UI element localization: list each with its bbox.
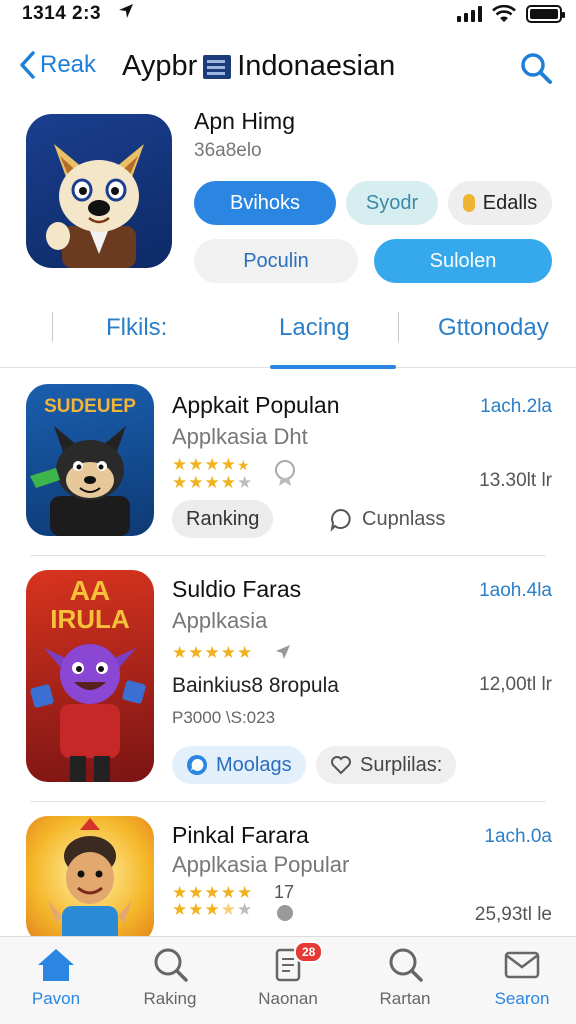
tab-bar-rartan-label: Rartan (379, 989, 431, 1008)
tab-gttonoday[interactable]: Gttonoday (438, 314, 549, 342)
app-subtitle: Applkasia Popular (172, 852, 350, 877)
active-tab-indicator (270, 365, 396, 369)
search-icon (154, 948, 188, 982)
surplilas-chip-label: Surplilas: (360, 753, 443, 776)
moolags-chip[interactable]: Moolags (172, 746, 306, 784)
action-chip-label: Sulolen (429, 249, 497, 272)
status-time: 1314 2:3 (22, 3, 102, 24)
rating-stars: ★★★★★ ★★★★★ (172, 883, 254, 919)
tab-bar-ranking-label: Raking (143, 989, 197, 1008)
app-icon[interactable] (26, 816, 154, 944)
home-icon (38, 949, 74, 981)
tab-lacing[interactable]: Lacing (279, 314, 350, 342)
tab-bar-naonan-label: Naonan (258, 989, 318, 1008)
navigation-bar: Reak Aypbr Indonaesian (0, 42, 576, 94)
status-icons (457, 5, 565, 23)
app-size: 12,00tl lr (479, 674, 552, 695)
chevron-left-icon (20, 51, 35, 79)
location-arrow-icon (118, 3, 134, 24)
battery-icon (526, 5, 565, 23)
chat-bubble-icon (330, 508, 351, 532)
tab-bar-rartan[interactable]: Rartan (355, 947, 455, 1009)
cellular-signal-icon (457, 6, 482, 22)
surplilas-chip[interactable]: Surplilas: (316, 746, 457, 784)
bottom-tab-bar: Pavon Raking 28 Naonan Rartan Searon (0, 936, 576, 1024)
ranking-chip-label: Ranking (186, 507, 260, 530)
app-subtitle: 36a8elo (194, 140, 262, 161)
segment-tabs: Flkils: Lacing Gttonoday (0, 296, 576, 369)
coin-icon (462, 194, 475, 212)
primary-chip-label: Bvihoks (229, 191, 301, 214)
rating-count: 17 (274, 882, 295, 902)
icon-banner-text: IRULA (50, 604, 130, 634)
list-divider (30, 555, 546, 556)
rating-stars: ★★★★★ (172, 643, 254, 662)
app-price: 1aoh.4la (479, 580, 552, 601)
status-bar: 1314 2:3 (0, 0, 576, 30)
notification-badge: 28 (294, 941, 324, 963)
tab-divider (398, 312, 399, 342)
app-subtitle: Applkasia (172, 608, 268, 633)
teal-chip-label: Syodr (365, 191, 419, 214)
chat-bubble-icon (187, 755, 207, 775)
app-price: 1ach.0a (484, 826, 552, 847)
coins-chip-button[interactable]: Edalls (448, 181, 552, 225)
popular-chip-button[interactable]: Poculin (194, 239, 358, 283)
tab-bar-searon-label: Searon (494, 989, 550, 1008)
mail-icon (504, 951, 540, 979)
app-category: Bainkius8 8ropula (172, 674, 339, 697)
back-button[interactable]: Reak (18, 50, 96, 80)
back-label: Reak (40, 51, 97, 78)
wifi-icon (492, 5, 516, 22)
app-name: Apn Himg (194, 108, 295, 134)
search-icon[interactable] (518, 50, 554, 86)
tab-divider (52, 312, 53, 342)
app-subtitle: Applkasia Dht (172, 424, 308, 449)
app-icon[interactable] (26, 114, 172, 268)
list-divider (30, 801, 546, 802)
rating-stars: ★★★★★ ★★★★★ (172, 455, 254, 492)
app-meta: P3000 \S:023 (172, 708, 276, 727)
search-icon (389, 948, 423, 982)
award-icon (277, 905, 293, 921)
app-icon[interactable]: SUDEUEP (26, 384, 154, 536)
tab-bar-home[interactable]: Pavon (6, 947, 106, 1009)
icon-banner-text: AA (70, 575, 110, 606)
heart-icon (331, 756, 351, 775)
app-title: Suldio Faras (172, 576, 302, 602)
cupnlass-chip[interactable]: Cupnlass (314, 500, 459, 538)
cupnlass-chip-label: Cupnlass (362, 507, 446, 530)
primary-chip-button[interactable]: Bvihoks (194, 181, 336, 225)
coins-chip-label: Edalls (482, 191, 538, 214)
tab-bar-home-label: Pavon (31, 989, 81, 1008)
teal-chip-button[interactable]: Syodr (346, 181, 438, 225)
app-price: 1ach.2la (480, 396, 552, 417)
tab-bar-naonan[interactable]: 28 Naonan (238, 941, 338, 1009)
page-title-suffix: Indonaesian (237, 50, 396, 82)
icon-banner-text: SUDEUEP (44, 396, 136, 417)
tab-bar-searon[interactable]: Searon (472, 947, 572, 1009)
action-chip-button[interactable]: Sulolen (374, 239, 552, 283)
app-size: 25,93tl le (474, 904, 552, 925)
app-size: 13.30lt lr (479, 470, 552, 491)
page-title-prefix: Aypbr (122, 50, 198, 82)
ranking-chip[interactable]: Ranking (172, 500, 274, 538)
award-icon (275, 460, 295, 486)
share-arrow-icon (276, 645, 290, 659)
tab-bar-ranking[interactable]: Raking (120, 947, 220, 1009)
app-title: Appkait Populan (172, 392, 340, 418)
tab-filters[interactable]: Flkils: (106, 314, 167, 342)
book-icon (203, 54, 232, 79)
app-title: Pinkal Farara (172, 822, 309, 848)
moolags-chip-label: Moolags (216, 753, 292, 776)
page-title: Aypbr Indonaesian (122, 50, 395, 83)
popular-chip-label: Poculin (243, 249, 309, 272)
app-icon[interactable]: AA IRULA (26, 570, 154, 782)
